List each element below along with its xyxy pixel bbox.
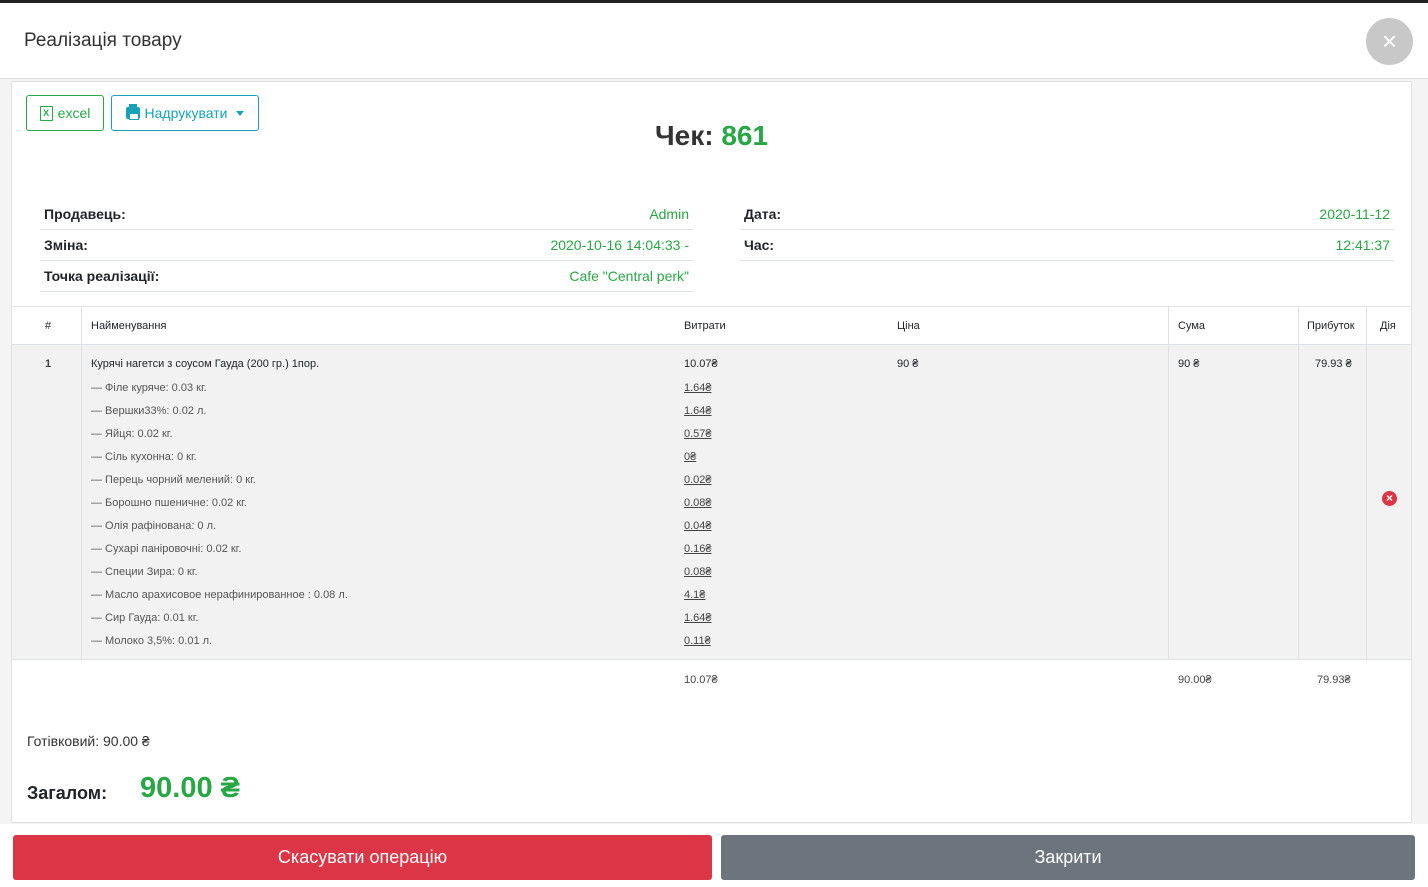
print-label: Надрукувати [144, 105, 228, 121]
col-name: Найменування [91, 320, 167, 332]
ingredient-cost-link[interactable]: 0.08₴ [684, 497, 712, 509]
col-sum: Сума [1178, 320, 1206, 332]
sale-modal: Реалізація товару × X excel Надрукувати … [0, 0, 1428, 887]
close-button[interactable]: Закрити [721, 835, 1415, 880]
info-value: Cafe "Central perk" [569, 268, 689, 284]
col-price: Ціна [897, 320, 920, 332]
modal-header: Реалізація товару [0, 3, 1428, 79]
payment-cash: Готівковий: 90.00 ₴ [27, 733, 150, 749]
receipt-label: Чек: [654, 120, 714, 151]
item-name: Курячі нагетси з соусом Гауда (200 гр.) … [91, 358, 319, 370]
col-action: Дія [1380, 320, 1396, 332]
ingredient-name: — Борошно пшеничне: 0.02 кг. [91, 497, 247, 509]
item-name-text: Курячі нагетси з соусом Гауда (200 гр.) [91, 358, 289, 370]
excel-file-icon: X [39, 105, 53, 121]
table-header: # Найменування Витрати Ціна Сума Прибуто… [12, 306, 1411, 345]
info-right: Дата: 2020-11-12 Час: 12:41:37 [740, 199, 1394, 261]
ingredient-name: — Сіль кухонна: 0 кг. [91, 451, 197, 463]
items-table: # Найменування Витрати Ціна Сума Прибуто… [12, 306, 1411, 700]
close-icon[interactable]: × [1366, 18, 1413, 65]
info-row-date: Дата: 2020-11-12 [740, 199, 1394, 230]
info-label: Дата: [744, 206, 782, 222]
ingredient-cost-link[interactable]: 4.1₴ [684, 589, 705, 601]
ingredient-name: — Молоко 3,5%: 0.01 л. [91, 635, 213, 647]
col-num: # [45, 320, 52, 332]
info-value: Admin [649, 206, 689, 222]
total-cost: 10.07₴ [684, 674, 718, 686]
printer-icon [125, 104, 140, 120]
ingredient-cost-link[interactable]: 0.57₴ [684, 428, 712, 440]
total-value: 90.00 ₴ [140, 772, 240, 804]
info-row-shift: Зміна: 2020-10-16 14:04:33 - [40, 230, 693, 261]
total-profit: 79.93₴ [1317, 674, 1351, 686]
ingredient-name: — Перець чорний мелений: 0 кг. [91, 474, 256, 486]
item-profit: 79.93 ₴ [1315, 358, 1352, 370]
info-row-seller: Продавець: Admin [40, 199, 693, 230]
ingredient-name: — Вершки33%: 0.02 л. [91, 405, 207, 417]
ingredient-cost-link[interactable]: 0₴ [684, 451, 696, 463]
info-row-time: Час: 12:41:37 [740, 230, 1394, 261]
info-value: 2020-11-12 [1319, 206, 1390, 222]
ingredient-name: — Яйця: 0.02 кг. [91, 428, 173, 440]
ingredient-cost-link[interactable]: 0.02₴ [684, 474, 712, 486]
excel-label: excel [57, 105, 91, 121]
modal-title: Реалізація товару [24, 30, 182, 51]
item-price: 90 ₴ [897, 358, 919, 370]
info-value: 12:41:37 [1335, 237, 1391, 253]
ingredient-cost-link[interactable]: 0.11₴ [684, 635, 711, 647]
ingredient-name: — Специи Зира: 0 кг. [91, 566, 198, 578]
info-row-point: Точка реалізації: Cafe "Central perk" [40, 261, 693, 292]
info-left: Продавець: Admin Зміна: 2020-10-16 14:04… [40, 199, 693, 292]
info-label: Точка реалізації: [44, 268, 160, 284]
item-portion: 1пор. [288, 358, 320, 370]
col-profit: Прибуток [1307, 320, 1355, 332]
ingredient-cost-link[interactable]: 1.64₴ [684, 612, 712, 624]
modal-body: X excel Надрукувати Чек: 861 Продавець: … [0, 79, 1428, 824]
ingredient-cost-link[interactable]: 0.16₴ [684, 543, 712, 555]
col-cost: Витрати [684, 320, 726, 332]
caret-down-icon [236, 110, 245, 116]
ingredient-cost-link[interactable]: 1.64₴ [684, 405, 712, 417]
info-label: Зміна: [44, 237, 88, 253]
total-sum: 90.00₴ [1178, 674, 1212, 686]
info-label: Продавець: [44, 206, 126, 222]
table-row: 1 Курячі нагетси з соусом Гауда (200 гр.… [12, 345, 1411, 660]
ingredient-name: — Сир Гауда: 0.01 кг. [91, 612, 199, 624]
ingredient-name: — Сухарі паніровочні: 0.02 кг. [91, 543, 242, 555]
ingredient-cost-link[interactable]: 1.64₴ [684, 382, 712, 394]
ingredient-name: — Олія рафінована: 0 л. [91, 520, 217, 532]
cancel-operation-button[interactable]: Скасувати операцію [13, 835, 712, 880]
total-label: Загалом: [27, 783, 108, 803]
ingredient-name: — Масло арахисовое нерафинированное : 0.… [91, 589, 348, 601]
item-cost: 10.07₴ [684, 358, 718, 370]
delete-item-icon[interactable]: × [1382, 491, 1397, 506]
info-value: 2020-10-16 14:04:33 - [550, 237, 689, 253]
ingredient-cost-link[interactable]: 0.04₴ [684, 520, 712, 532]
item-num: 1 [45, 358, 52, 370]
ingredient-name: — Філе куряче: 0.03 кг. [91, 382, 207, 394]
receipt-title: Чек: 861 [12, 120, 1411, 152]
info-label: Час: [744, 237, 775, 253]
item-sum: 90 ₴ [1178, 358, 1200, 370]
ingredient-cost-link[interactable]: 0.08₴ [684, 566, 712, 578]
receipt-card: X excel Надрукувати Чек: 861 Продавець: … [11, 81, 1412, 823]
table-footer: 10.07₴ 90.00₴ 79.93₴ [12, 660, 1411, 700]
receipt-number: 861 [721, 120, 769, 151]
